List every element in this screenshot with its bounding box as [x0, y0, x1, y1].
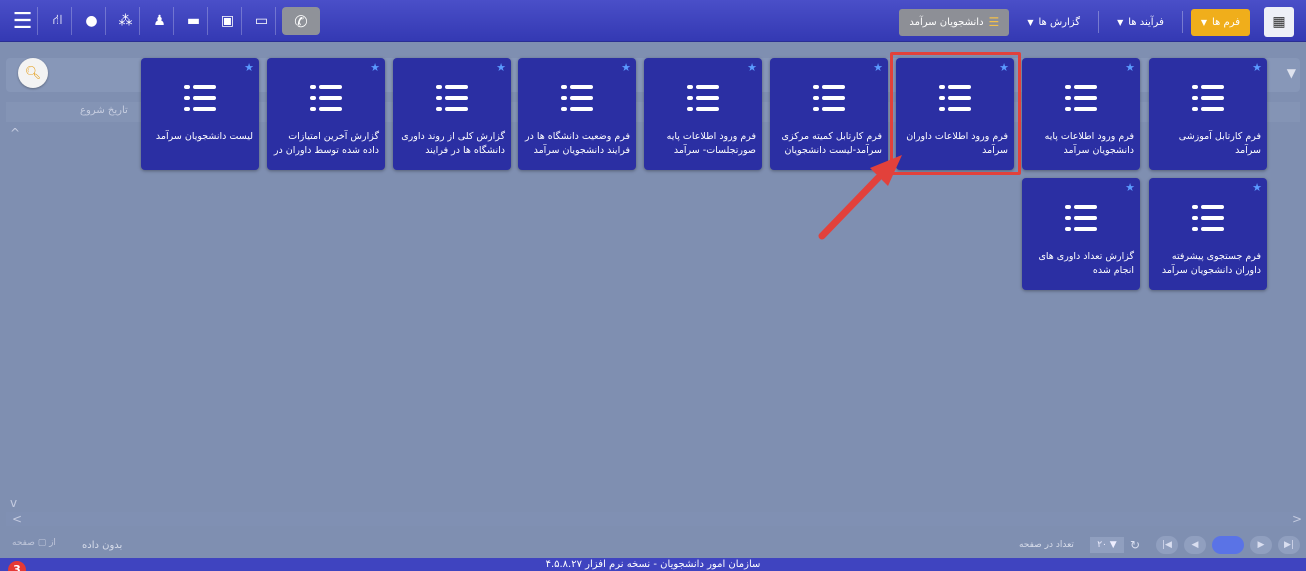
- pointer-arrow: [818, 155, 902, 240]
